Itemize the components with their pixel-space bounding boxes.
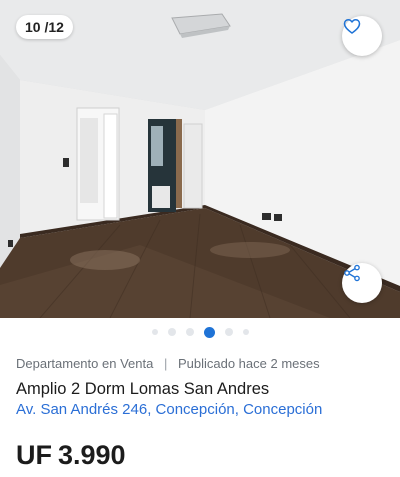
photo-counter-text: 10 /12: [25, 19, 64, 35]
meta-separator: |: [163, 356, 168, 371]
price-value: 3.990: [58, 440, 126, 470]
photo-pager-dots: [0, 326, 400, 338]
pager-dot[interactable]: [224, 328, 233, 336]
favorite-button[interactable]: [342, 16, 382, 56]
published-date-label: Publicado hace 2 meses: [177, 356, 320, 371]
pager-dot[interactable]: [167, 328, 176, 336]
pager-dot[interactable]: [151, 329, 158, 335]
listing-address-link[interactable]: Av. San Andrés 246, Concepción, Concepci…: [16, 401, 322, 418]
pager-dot[interactable]: [242, 329, 249, 335]
listing-meta: Departamento en Venta | Publicado hace 2…: [16, 356, 320, 371]
share-icon: [344, 264, 360, 282]
listing-price: UF 3.990: [16, 440, 126, 471]
listing-title[interactable]: Amplio 2 Dorm Lomas San Andres: [16, 380, 269, 399]
photo-counter-badge: 10 /12: [16, 15, 73, 39]
heart-outline-icon: [343, 19, 361, 34]
share-button[interactable]: [342, 263, 382, 303]
property-type-label: Departamento en Venta: [16, 356, 154, 371]
listing-card[interactable]: 10 /12 Departamento en Venta | Publicado…: [0, 0, 400, 477]
price-currency: UF: [16, 440, 52, 470]
pager-dot[interactable]: [185, 328, 194, 336]
pager-dot-active[interactable]: [203, 326, 215, 338]
room-photo-image: [0, 0, 400, 318]
listing-photo[interactable]: 10 /12: [0, 0, 400, 318]
